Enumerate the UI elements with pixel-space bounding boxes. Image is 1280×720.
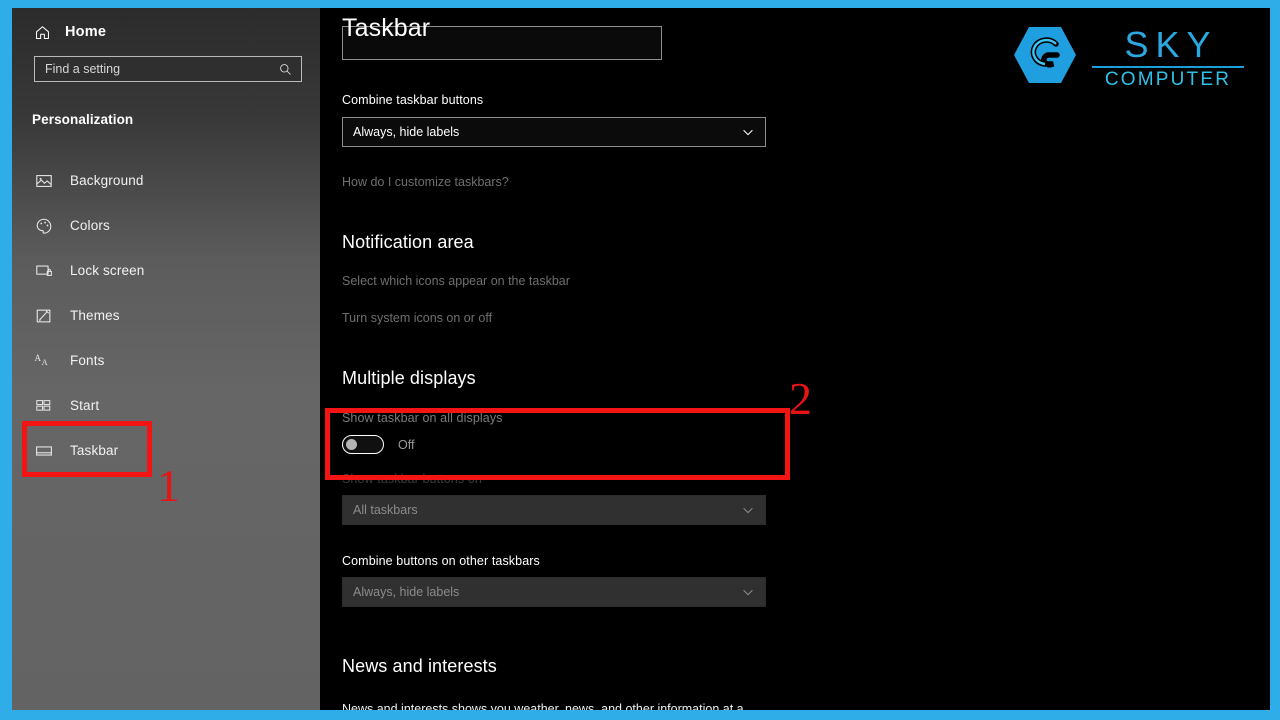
logo-primary-text: SKY bbox=[1124, 23, 1218, 65]
news-and-interests-heading: News and interests bbox=[342, 656, 497, 676]
picture-icon bbox=[34, 172, 54, 190]
annotation-number-2: 2 bbox=[789, 373, 812, 424]
settings-sidebar: Home Find a setting Personalization Back… bbox=[12, 8, 320, 710]
chevron-down-icon bbox=[741, 585, 755, 599]
sidebar-item-themes[interactable]: Themes bbox=[12, 293, 320, 338]
lock-screen-icon bbox=[34, 262, 54, 280]
show-taskbar-buttons-on-value: All taskbars bbox=[353, 503, 418, 517]
sidebar-item-label: Taskbar bbox=[70, 443, 119, 458]
annotation-number-1: 1 bbox=[157, 460, 180, 511]
news-and-interests-description: News and interests shows you weather, ne… bbox=[342, 702, 744, 710]
search-input[interactable]: Find a setting bbox=[34, 56, 302, 82]
toggle-track[interactable] bbox=[342, 435, 384, 454]
chevron-down-icon bbox=[741, 503, 755, 517]
sidebar-item-fonts[interactable]: A A Fonts bbox=[12, 338, 320, 383]
settings-content-pane: Taskbar Combine taskbar buttons Always, … bbox=[320, 8, 1270, 710]
svg-text:A: A bbox=[35, 353, 42, 363]
sky-hex-s-icon bbox=[1012, 24, 1078, 91]
sky-computer-logo: SKY COMPUTER bbox=[1012, 24, 1244, 91]
sidebar-item-background[interactable]: Background bbox=[12, 158, 320, 203]
notification-area-heading: Notification area bbox=[342, 232, 474, 252]
sidebar-item-label: Fonts bbox=[70, 353, 105, 368]
multiple-displays-heading: Multiple displays bbox=[342, 368, 476, 388]
sidebar-item-label: Background bbox=[70, 173, 144, 188]
logo-wordmark: SKY COMPUTER bbox=[1092, 23, 1244, 90]
sidebar-item-label: Lock screen bbox=[70, 263, 145, 278]
search-icon[interactable] bbox=[278, 62, 301, 77]
sidebar-item-colors[interactable]: Colors bbox=[12, 203, 320, 248]
customize-taskbars-link[interactable]: How do I customize taskbars? bbox=[342, 175, 509, 189]
home-icon bbox=[34, 24, 51, 41]
taskbar-icon bbox=[34, 442, 54, 460]
system-icons-link[interactable]: Turn system icons on or off bbox=[342, 311, 492, 325]
sidebar-nav-list: Background Colors Lock screen Themes A A… bbox=[12, 158, 320, 473]
sidebar-item-label: Colors bbox=[70, 218, 110, 233]
combine-taskbar-buttons-dropdown[interactable]: Always, hide labels bbox=[342, 117, 766, 147]
toggle-state-label: Off bbox=[398, 437, 415, 452]
sidebar-item-home[interactable]: Home bbox=[12, 8, 320, 46]
sidebar-item-label: Home bbox=[65, 24, 107, 40]
combine-other-taskbars-dropdown[interactable]: Always, hide labels bbox=[342, 577, 766, 607]
logo-divider bbox=[1092, 65, 1244, 68]
show-taskbar-buttons-on-label: Show taskbar buttons on bbox=[342, 472, 482, 486]
settings-window: Home Find a setting Personalization Back… bbox=[12, 8, 1270, 710]
toggle-knob bbox=[346, 439, 357, 450]
combine-taskbar-buttons-value: Always, hide labels bbox=[353, 125, 460, 139]
search-placeholder: Find a setting bbox=[45, 62, 121, 76]
palette-icon bbox=[34, 217, 54, 235]
sidebar-item-label: Start bbox=[70, 398, 100, 413]
combine-other-taskbars-label: Combine buttons on other taskbars bbox=[342, 554, 540, 568]
show-taskbar-all-displays-label: Show taskbar on all displays bbox=[342, 411, 503, 425]
show-taskbar-all-displays-toggle[interactable]: Off bbox=[342, 435, 414, 454]
sidebar-item-start[interactable]: Start bbox=[12, 383, 320, 428]
combine-taskbar-buttons-label: Combine taskbar buttons bbox=[342, 93, 484, 107]
sidebar-item-lock-screen[interactable]: Lock screen bbox=[12, 248, 320, 293]
show-taskbar-buttons-on-dropdown[interactable]: All taskbars bbox=[342, 495, 766, 525]
brush-icon bbox=[34, 307, 54, 325]
logo-secondary-text: COMPUTER bbox=[1104, 68, 1232, 90]
blue-border-frame: Home Find a setting Personalization Back… bbox=[0, 0, 1280, 720]
sidebar-group-title: Personalization bbox=[32, 112, 134, 127]
svg-text:A: A bbox=[42, 358, 48, 367]
sidebar-item-label: Themes bbox=[70, 308, 120, 323]
page-title: Taskbar bbox=[342, 14, 431, 42]
combine-other-taskbars-value: Always, hide labels bbox=[353, 585, 460, 599]
fonts-icon: A A bbox=[34, 352, 54, 370]
select-icons-link[interactable]: Select which icons appear on the taskbar bbox=[342, 274, 570, 288]
chevron-down-icon bbox=[741, 125, 755, 139]
start-grid-icon bbox=[34, 397, 54, 415]
